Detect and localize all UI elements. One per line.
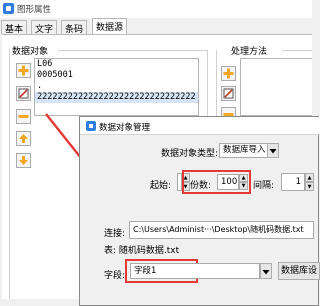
window-titlebar: 图形属性 xyxy=(0,0,312,18)
database-settings-button[interactable]: 数据库设 xyxy=(278,262,320,280)
data-object-group-left-border xyxy=(9,50,10,299)
remove-item-button[interactable] xyxy=(16,109,31,124)
arrow-up-icon xyxy=(19,134,28,143)
data-object-group-border xyxy=(58,50,208,51)
move-up-button[interactable] xyxy=(16,131,31,146)
connect-label: 连接: xyxy=(104,229,126,239)
connect-path-field[interactable]: C:\Users\Administ···\Desktop\随机码数据.txt xyxy=(129,221,314,239)
list-item[interactable]: 0005001 xyxy=(35,70,198,81)
interval-spin-up[interactable]: ▲ xyxy=(305,173,314,182)
tab-data-source[interactable]: 数据源 xyxy=(92,18,128,35)
chevron-down-icon xyxy=(269,149,277,154)
move-down-button[interactable] xyxy=(16,153,31,168)
edit-item-button[interactable] xyxy=(16,86,31,101)
copies-input[interactable]: 100 xyxy=(217,174,239,190)
type-label: 数据对象类型: xyxy=(161,149,219,159)
interval-label: 间隔: xyxy=(253,181,275,191)
dialog-title: 数据对象管理 xyxy=(99,123,151,133)
processing-group-left-border xyxy=(216,50,217,120)
arrow-down-icon xyxy=(19,156,28,165)
field-dropdown-button[interactable] xyxy=(260,263,272,279)
field-label: 字段: xyxy=(104,271,126,281)
add-item-button[interactable] xyxy=(16,63,31,78)
data-object-dialog: 数据对象管理 数据对象类型: 数据库导入 起始: ▲ ▼ 份数: 100 ▲ ▼… xyxy=(79,116,320,306)
add-icon xyxy=(223,68,234,79)
edit-icon xyxy=(18,88,29,99)
chevron-down-icon xyxy=(262,270,270,275)
remove-icon xyxy=(18,115,29,118)
window-title: 图形属性 xyxy=(17,5,52,15)
processing-group-border xyxy=(282,50,312,51)
copies-label: 份数: xyxy=(190,181,212,191)
table-label: 表: 随机码数据.txt xyxy=(104,246,180,256)
processing-list[interactable] xyxy=(240,58,312,116)
data-object-group-right-border xyxy=(207,50,208,120)
copies-spin-up[interactable]: ▲ xyxy=(239,174,248,182)
list-item[interactable]: 2222222222222222222222222222222 xyxy=(35,92,198,103)
dialog-app-icon xyxy=(86,121,96,131)
data-object-list[interactable]: L06 0005001 . 22222222222222222222222222… xyxy=(34,58,199,116)
interval-input[interactable]: 1 xyxy=(281,173,305,191)
add-method-button[interactable] xyxy=(221,66,236,81)
tab-basic[interactable]: 基本 xyxy=(1,20,28,35)
list-item[interactable]: L06 xyxy=(35,59,198,70)
field-select[interactable]: 字段1 xyxy=(130,263,260,279)
dialog-titlebar: 数据对象管理 xyxy=(80,117,320,135)
copies-spin-down[interactable]: ▼ xyxy=(239,182,248,190)
data-object-group-label: 数据对象 xyxy=(12,47,49,57)
start-label: 起始: xyxy=(150,181,172,191)
edit-icon xyxy=(223,88,234,99)
edit-method-button[interactable] xyxy=(221,86,236,101)
app-icon xyxy=(3,3,14,14)
interval-spin-down[interactable]: ▼ xyxy=(305,182,314,191)
processing-group-label: 处理方法 xyxy=(231,47,268,57)
list-item[interactable]: . xyxy=(35,81,198,92)
add-icon xyxy=(18,65,29,76)
type-dropdown-button[interactable] xyxy=(267,143,279,158)
tab-text[interactable]: 文字 xyxy=(31,20,58,35)
tab-barcode[interactable]: 条码 xyxy=(61,20,88,35)
